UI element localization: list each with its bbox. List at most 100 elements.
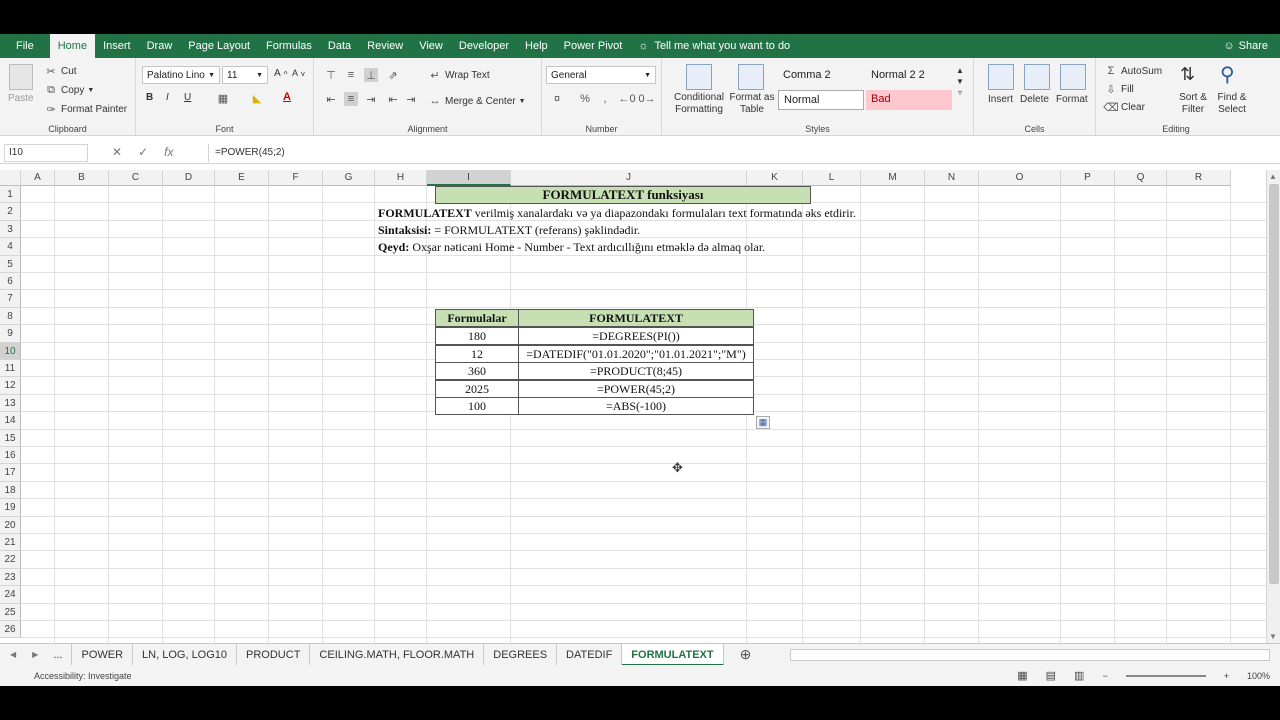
style-bad[interactable]: Bad	[866, 90, 952, 110]
column-header-f[interactable]: F	[269, 170, 323, 186]
row-header-7[interactable]: 7	[0, 290, 21, 308]
table-cell-formulatext[interactable]: =DATEDIF("01.01.2020";"01.01.2021";"M")	[518, 345, 754, 363]
clear-button[interactable]: ⌫ Clear	[1103, 100, 1145, 114]
zoom-in-icon[interactable]: +	[1224, 671, 1229, 681]
format-painter-button[interactable]: ✑ Format Painter	[44, 102, 127, 116]
name-box[interactable]: I10	[4, 144, 88, 162]
tab-developer[interactable]: Developer	[451, 34, 517, 58]
conditional-formatting-button[interactable]: Conditional Formatting	[670, 92, 728, 116]
column-header-m[interactable]: M	[861, 170, 925, 186]
column-header-b[interactable]: B	[55, 170, 109, 186]
tab-file[interactable]: File	[0, 34, 50, 58]
align-left-button[interactable]: ⇤	[324, 92, 338, 106]
column-header-h[interactable]: H	[375, 170, 427, 186]
column-header-d[interactable]: D	[163, 170, 215, 186]
row-header-15[interactable]: 15	[0, 429, 21, 447]
table-header-formulatext[interactable]: FORMULATEXT	[518, 309, 754, 327]
font-size-select[interactable]: 11 ▼	[222, 66, 268, 84]
autosum-button[interactable]: Σ AutoSum	[1104, 64, 1163, 78]
row-header-19[interactable]: 19	[0, 499, 21, 517]
worksheet-grid[interactable]: A B C D E F G H I J K L M N O P Q R 1 2 3 4 5 6 7 8 9 10 11 12 13 14 15 1…	[0, 170, 1266, 643]
tab-page-layout[interactable]: Page Layout	[180, 34, 258, 58]
column-header-r[interactable]: R	[1167, 170, 1231, 186]
row-header-9[interactable]: 9	[0, 325, 21, 343]
shrink-font-button[interactable]: Av	[292, 68, 305, 78]
scroll-down-icon[interactable]: ▼	[1269, 632, 1277, 641]
comma-button[interactable]: ,	[598, 92, 612, 106]
column-header-l[interactable]: L	[803, 170, 861, 186]
table-cell-formulatext[interactable]: =PRODUCT(8;45)	[518, 362, 754, 380]
table-cell-formulatext[interactable]: =ABS(-100)	[518, 397, 754, 415]
tab-view[interactable]: View	[411, 34, 451, 58]
row-header-18[interactable]: 18	[0, 481, 21, 500]
find-select-button[interactable]: Find & Select	[1212, 92, 1252, 116]
zoom-out-icon[interactable]: −	[1102, 671, 1107, 681]
align-center-button[interactable]: ≡	[344, 92, 358, 106]
table-cell-value[interactable]: 12	[435, 345, 519, 363]
font-name-select[interactable]: Palatino Lino ▼	[142, 66, 220, 84]
row-header-14[interactable]: 14	[0, 412, 21, 430]
row-header-10[interactable]: 10	[0, 342, 21, 360]
sheet-tab-more[interactable]: ...	[44, 643, 73, 666]
column-header-j[interactable]: J	[511, 170, 747, 186]
accessibility-status[interactable]: Accessibility: Investigate	[0, 671, 132, 681]
borders-button[interactable]: ▦	[216, 91, 230, 105]
row-header-24[interactable]: 24	[0, 586, 21, 604]
grow-font-button[interactable]: A ^	[274, 68, 288, 79]
paste-button[interactable]: Paste	[8, 64, 34, 104]
sheet-tab-formulatext[interactable]: FORMULATEXT	[622, 643, 724, 666]
add-sheet-icon[interactable]: ⊕	[724, 646, 768, 663]
decrease-indent-button[interactable]: ⇤	[386, 92, 400, 106]
row-header-4[interactable]: 4	[0, 238, 21, 256]
styles-scroll[interactable]: ▲ ▼ ▿	[956, 66, 964, 97]
tab-data[interactable]: Data	[320, 34, 359, 58]
row-header-13[interactable]: 13	[0, 394, 21, 413]
page-layout-view-icon[interactable]: ▤	[1046, 669, 1056, 682]
row-header-22[interactable]: 22	[0, 551, 21, 569]
enter-icon[interactable]: ✓	[138, 145, 148, 159]
cancel-icon[interactable]: ✕	[112, 145, 122, 159]
sheet-tab-datedif[interactable]: DATEDIF	[557, 643, 623, 666]
horizontal-scrollbar[interactable]	[790, 648, 1270, 661]
quick-analysis-icon[interactable]: ▦	[756, 416, 770, 429]
syntax-line[interactable]: Sintaksisi: = FORMULATEXT (referans) şək…	[378, 223, 640, 238]
row-header-5[interactable]: 5	[0, 255, 21, 273]
font-color-button[interactable]: A	[280, 90, 294, 104]
format-as-table-button[interactable]: Format as Table	[728, 92, 776, 116]
middle-align-button[interactable]: ≡	[344, 68, 358, 82]
note-line[interactable]: Qeyd: Oxşar nəticəni Home - Number - Tex…	[378, 240, 765, 255]
table-header-formulalar[interactable]: Formulalar	[435, 309, 519, 327]
copy-button[interactable]: ⧉ Copy ▼	[44, 83, 94, 97]
row-header-17[interactable]: 17	[0, 464, 21, 482]
row-header-16[interactable]: 16	[0, 447, 21, 465]
table-cell-value[interactable]: 100	[435, 397, 519, 415]
formula-input[interactable]: =POWER(45;2)	[208, 144, 1272, 162]
scroll-thumb[interactable]	[1269, 184, 1279, 584]
insert-button[interactable]: Insert	[988, 94, 1013, 105]
description-line[interactable]: FORMULATEXT verilmiş xanalardakı və ya d…	[378, 206, 856, 221]
column-header-k[interactable]: K	[747, 170, 803, 186]
select-all-corner[interactable]	[0, 170, 21, 186]
column-header-i[interactable]: I	[427, 170, 511, 186]
wrap-text-button[interactable]: ↵ Wrap Text	[428, 68, 489, 82]
column-header-q[interactable]: Q	[1115, 170, 1167, 186]
row-header-1[interactable]: 1	[0, 186, 21, 204]
column-header-a[interactable]: A	[21, 170, 55, 186]
row-header-21[interactable]: 21	[0, 534, 21, 552]
row-header-20[interactable]: 20	[0, 516, 21, 534]
table-cell-value-selected[interactable]: 2025	[435, 380, 519, 398]
row-header-12[interactable]: 12	[0, 377, 21, 395]
table-cell-formulatext[interactable]: =POWER(45;2)	[518, 380, 754, 398]
insert-function-icon[interactable]: fx	[164, 145, 173, 159]
vertical-scrollbar[interactable]: ▲ ▼	[1266, 170, 1280, 643]
style-comma2[interactable]: Comma 2	[778, 66, 864, 86]
tab-power-pivot[interactable]: Power Pivot	[556, 34, 631, 58]
tab-review[interactable]: Review	[359, 34, 411, 58]
sheet-tab-power[interactable]: POWER	[72, 643, 134, 666]
sort-filter-button[interactable]: Sort & Filter	[1176, 92, 1210, 116]
fill-color-button[interactable]: ◣	[250, 91, 264, 105]
bottom-align-button[interactable]: ⊥	[364, 68, 378, 82]
bold-button[interactable]: B	[146, 92, 153, 103]
currency-button[interactable]: ¤	[550, 92, 564, 106]
table-cell-formulatext[interactable]: =DEGREES(PI())	[518, 327, 754, 345]
